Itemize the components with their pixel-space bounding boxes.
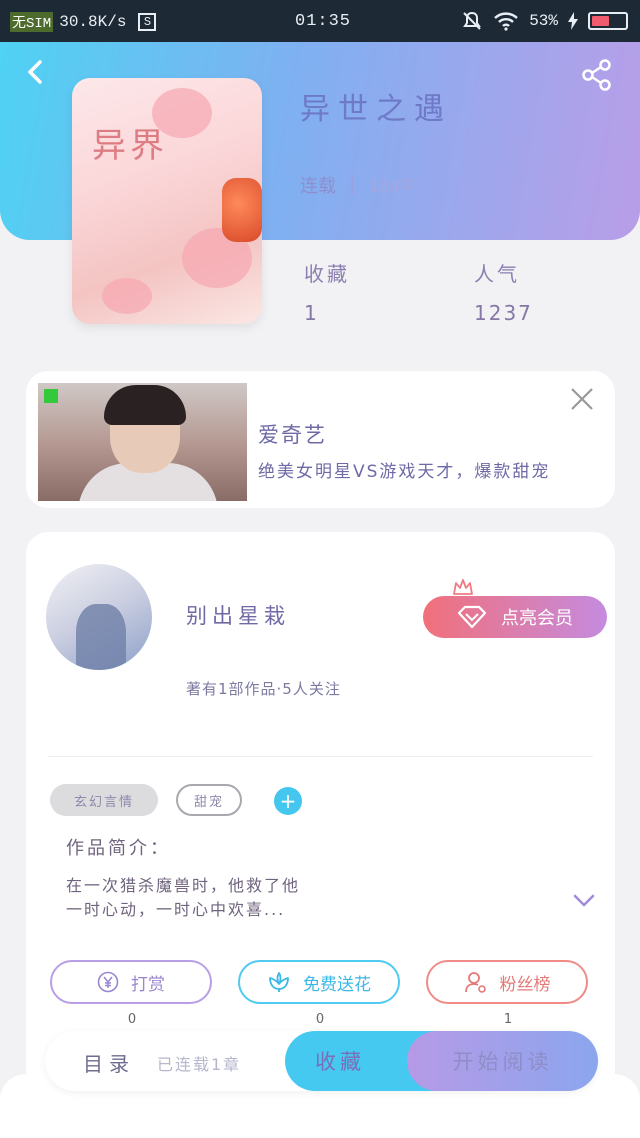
status-right: 53% xyxy=(461,10,628,32)
lantern-illustration xyxy=(222,178,262,242)
intro-text: 在一次猎杀魔兽时，他救了他 一时心动，一时心中欢喜... xyxy=(66,874,526,922)
ad-card[interactable]: 爱奇艺 绝美女明星VS游戏天才，爆款甜宠 xyxy=(26,371,615,508)
reward-label: 打赏 xyxy=(131,974,165,995)
status-bar: 无SIM 30.8K/s S 01:35 53% xyxy=(0,0,640,42)
status-left: 无SIM 30.8K/s S xyxy=(10,12,157,32)
ad-brand: 爱奇艺 xyxy=(258,423,327,447)
iqiyi-logo-icon xyxy=(44,389,58,403)
book-title: 异世之遇 xyxy=(300,92,452,127)
battery-percent: 53% xyxy=(529,12,558,30)
fans-count: 1 xyxy=(503,1012,513,1027)
ad-text: 绝美女明星VS游戏天才，爆款甜宠 xyxy=(258,462,551,482)
bottom-bar: 目录 已连载1章 收藏 开始阅读 xyxy=(45,1031,598,1091)
carrier-label: 无SIM xyxy=(10,12,54,32)
book-meta: 连载 184字 xyxy=(300,172,416,198)
intro-line-2: 一时心动，一时心中欢喜... xyxy=(66,900,286,919)
network-speed: 30.8K/s xyxy=(59,13,127,31)
popularity-label: 人气 xyxy=(474,262,520,286)
tag-genre[interactable]: 玄幻言情 xyxy=(50,784,158,816)
clock: 01:35 xyxy=(295,12,352,31)
close-icon[interactable] xyxy=(568,385,596,413)
battery-icon xyxy=(588,12,628,30)
crown-icon xyxy=(453,579,473,595)
s-badge-icon: S xyxy=(138,13,157,31)
reward-count: 0 xyxy=(127,1012,137,1027)
ad-image[interactable] xyxy=(38,383,247,501)
toc-button[interactable]: 目录 xyxy=(83,1048,135,1077)
mute-bell-icon xyxy=(463,11,482,30)
start-reading-label: 开始阅读 xyxy=(452,1050,553,1074)
popularity-stat: 人气 1237 xyxy=(474,258,533,325)
cover-title: 异界 xyxy=(92,126,168,166)
fans-rank-label: 粉丝榜 xyxy=(499,974,551,995)
fans-rank-button[interactable]: 粉丝榜 xyxy=(426,960,588,1004)
charging-icon xyxy=(568,12,578,30)
send-flower-button[interactable]: 免费送花 xyxy=(238,960,400,1004)
share-icon[interactable] xyxy=(580,58,614,92)
book-cover[interactable]: 异界 xyxy=(72,78,262,324)
author-subtitle: 著有1部作品·5人关注 xyxy=(186,680,341,698)
book-status: 连载 xyxy=(300,176,336,197)
divider xyxy=(48,756,593,757)
favorites-value: 1 xyxy=(304,301,319,325)
yen-icon xyxy=(97,971,119,993)
blossom-decoration xyxy=(102,278,152,314)
intro-line-1: 在一次猎杀魔兽时，他救了他 xyxy=(66,876,301,895)
reward-button[interactable]: 打赏 xyxy=(50,960,212,1004)
favorites-stat: 收藏 1 xyxy=(304,258,350,325)
author-card: 别出星栽 著有1部作品·5人关注 点亮会员 玄幻言情 甜宠 + 作品简介： 在一… xyxy=(26,532,615,1092)
chevron-down-icon[interactable] xyxy=(573,894,595,908)
user-icon xyxy=(464,972,486,993)
vip-button-label: 点亮会员 xyxy=(501,608,573,629)
favorites-label: 收藏 xyxy=(304,262,350,286)
diamond-icon xyxy=(457,605,487,629)
word-count: 184字 xyxy=(369,177,416,196)
favorite-label: 收藏 xyxy=(315,1050,365,1074)
send-flower-label: 免费送花 xyxy=(303,974,371,995)
add-tag-button[interactable]: + xyxy=(274,787,302,815)
meta-divider xyxy=(352,175,353,195)
battery-fill xyxy=(592,16,609,26)
vip-button[interactable]: 点亮会员 xyxy=(423,596,607,638)
chevron-left-icon[interactable] xyxy=(22,58,50,86)
flower-icon xyxy=(269,972,289,992)
wifi-icon xyxy=(494,12,519,31)
intro-label: 作品简介： xyxy=(66,838,171,859)
flower-count: 0 xyxy=(315,1012,325,1027)
ad-image-hair xyxy=(104,385,186,425)
author-name[interactable]: 别出星栽 xyxy=(186,600,290,630)
tag-sweet[interactable]: 甜宠 xyxy=(176,784,242,816)
start-reading-button[interactable]: 开始阅读 xyxy=(407,1031,598,1091)
avatar-figure xyxy=(76,604,126,670)
avatar[interactable] xyxy=(46,564,152,670)
popularity-value: 1237 xyxy=(474,301,533,325)
chapter-updates[interactable]: 已连载1章 xyxy=(157,1051,241,1075)
